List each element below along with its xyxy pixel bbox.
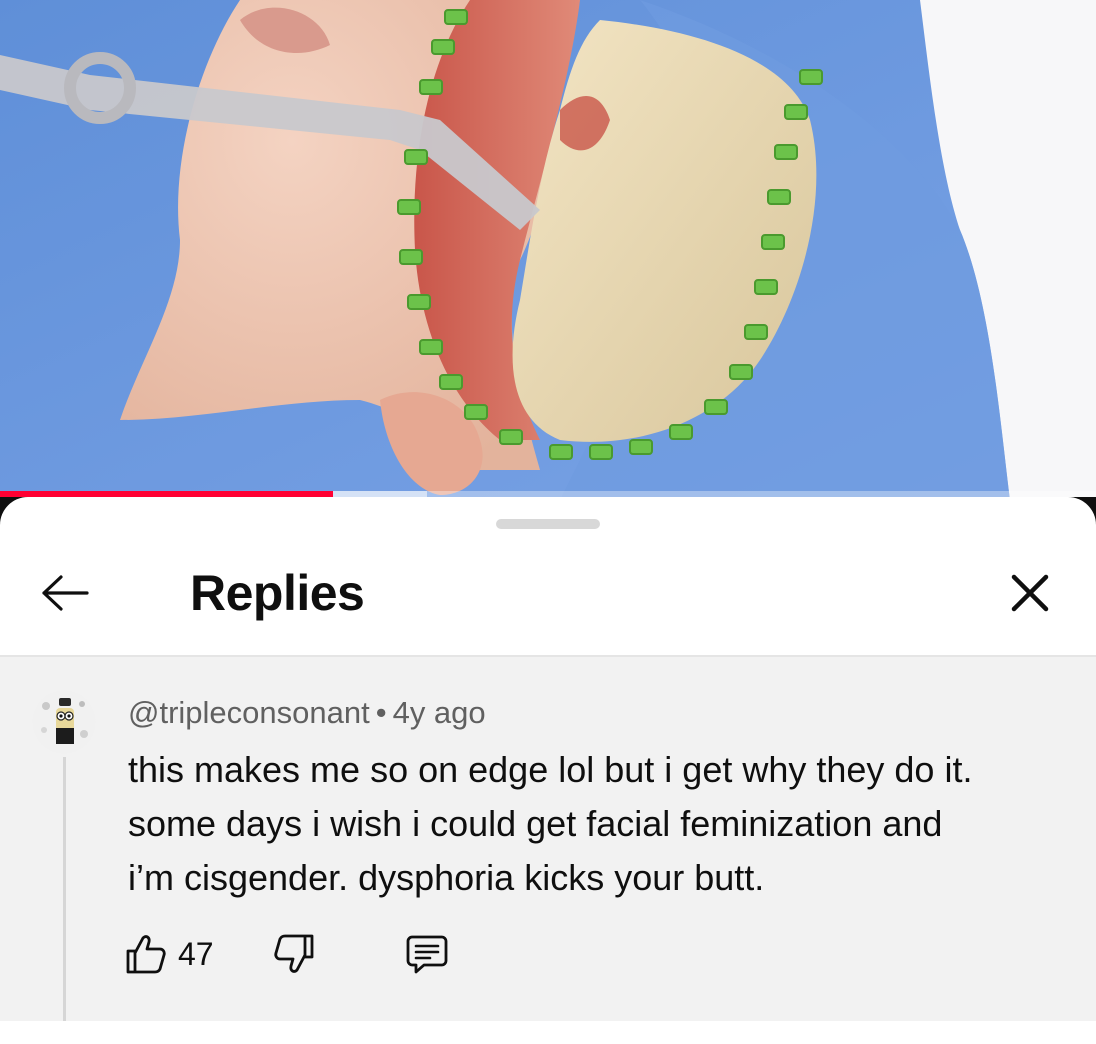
comment-meta: @tripleconsonant • 4y ago xyxy=(128,693,486,733)
drag-handle[interactable] xyxy=(496,519,600,529)
close-button[interactable] xyxy=(1000,565,1060,621)
comment-author[interactable]: @tripleconsonant xyxy=(128,695,370,730)
comment-actions: 47 xyxy=(124,929,450,979)
sheet-title: Replies xyxy=(190,565,365,621)
avatar[interactable] xyxy=(32,690,96,754)
comment: @tripleconsonant • 4y ago this makes me so… xyxy=(0,657,1096,1021)
avatar-image xyxy=(32,690,96,754)
reply-button[interactable] xyxy=(404,931,450,977)
replies-sheet: Replies @tripleconsonant • 4y ago this m… xyxy=(0,497,1096,1044)
close-icon xyxy=(1011,574,1049,612)
comment-age: 4y ago xyxy=(392,695,486,730)
arrow-left-icon xyxy=(42,575,89,611)
video-frame xyxy=(0,0,1096,500)
like-count: 47 xyxy=(178,935,214,972)
back-button[interactable] xyxy=(30,565,100,621)
page: Replies @tripleconsonant • 4y ago this m… xyxy=(0,0,1096,1044)
thumbs-up-icon xyxy=(126,935,166,974)
thumbs-down-icon xyxy=(273,934,313,973)
comment-text: this makes me so on edge lol but i get w… xyxy=(128,749,973,898)
like-button[interactable]: 47 xyxy=(124,932,214,976)
thread-line xyxy=(63,757,66,1021)
sheet-header: Replies xyxy=(0,547,1096,655)
meta-separator: • xyxy=(375,695,387,730)
dislike-button[interactable] xyxy=(272,932,316,976)
reply-comment-icon xyxy=(406,935,447,974)
video-player[interactable] xyxy=(0,0,1096,500)
